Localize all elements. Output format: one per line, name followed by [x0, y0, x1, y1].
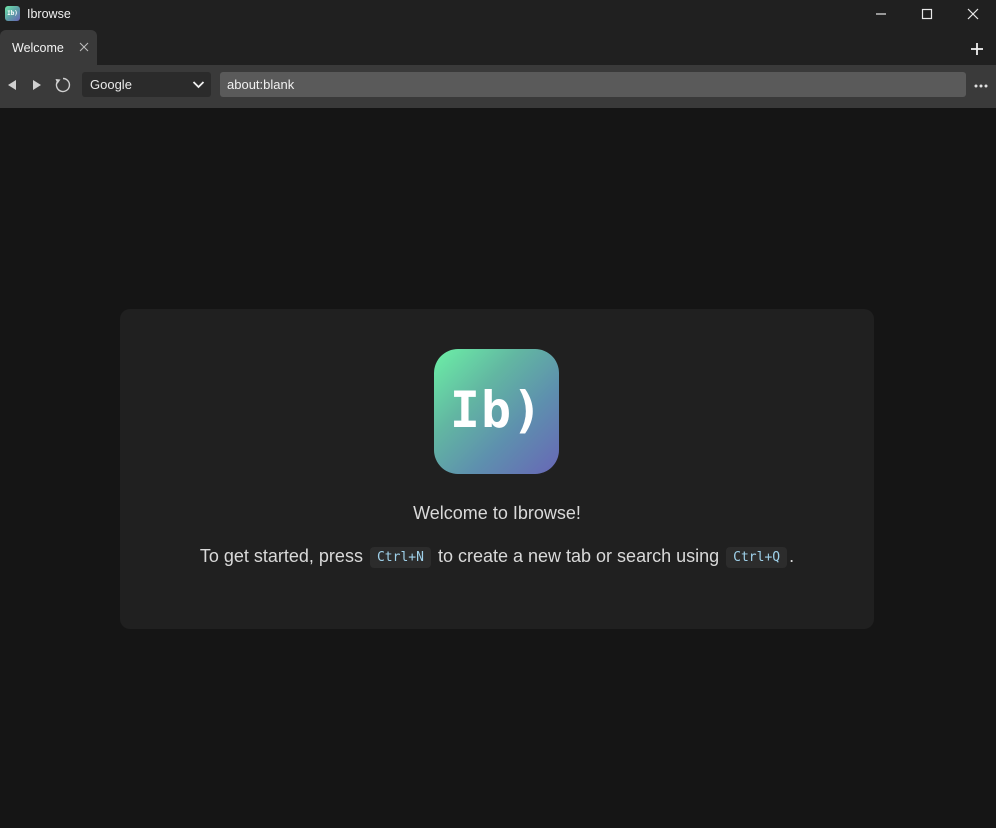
instructions-before: To get started, press: [199, 546, 363, 566]
shortcut-new-tab: Ctrl+N: [369, 547, 431, 568]
more-horizontal-icon: [974, 84, 988, 88]
title-bar: Ib) Ibrowse: [0, 0, 996, 27]
forward-button[interactable]: [27, 75, 47, 95]
forward-arrow-icon: [33, 80, 41, 90]
page-content: Ib) Welcome to Ibrowse! To get started, …: [0, 108, 996, 828]
instructions-text: To get started, press Ctrl+N to create a…: [120, 546, 874, 568]
logo-text: Ib): [449, 380, 544, 439]
back-button[interactable]: [2, 75, 22, 95]
reload-button[interactable]: [53, 75, 73, 95]
tab-close-button[interactable]: [77, 40, 91, 54]
window-controls: [858, 0, 996, 27]
search-engine-value: Google: [90, 77, 132, 92]
address-value: about:blank: [227, 77, 295, 92]
instructions-middle: to create a new tab or search using: [437, 546, 720, 566]
navigation-bar: Google about:blank: [0, 65, 996, 108]
maximize-icon: [921, 8, 933, 19]
welcome-card: Ib) Welcome to Ibrowse! To get started, …: [120, 309, 874, 629]
close-window-button[interactable]: [950, 0, 996, 27]
minimize-button[interactable]: [858, 0, 904, 27]
instructions-end: .: [789, 546, 795, 566]
back-arrow-icon: [8, 80, 16, 90]
close-icon: [79, 42, 89, 52]
tab-strip: Welcome: [0, 27, 996, 65]
app-icon: Ib): [5, 6, 20, 21]
chevron-down-icon: [192, 81, 205, 89]
window-title: Ibrowse: [27, 6, 71, 21]
plus-icon: [971, 43, 983, 55]
search-engine-select[interactable]: Google: [82, 72, 211, 97]
tab-welcome[interactable]: Welcome: [0, 30, 97, 65]
tab-label: Welcome: [12, 40, 64, 55]
new-tab-button[interactable]: [968, 40, 986, 58]
maximize-button[interactable]: [904, 0, 950, 27]
shortcut-search: Ctrl+Q: [726, 547, 788, 568]
minimize-icon: [876, 12, 886, 15]
address-bar[interactable]: about:blank: [220, 72, 966, 97]
welcome-heading: Welcome to Ibrowse!: [413, 503, 581, 523]
more-menu-button[interactable]: [972, 77, 990, 95]
reload-icon: [55, 77, 71, 93]
close-icon: [967, 8, 979, 19]
ibrowse-logo: Ib): [434, 349, 559, 474]
